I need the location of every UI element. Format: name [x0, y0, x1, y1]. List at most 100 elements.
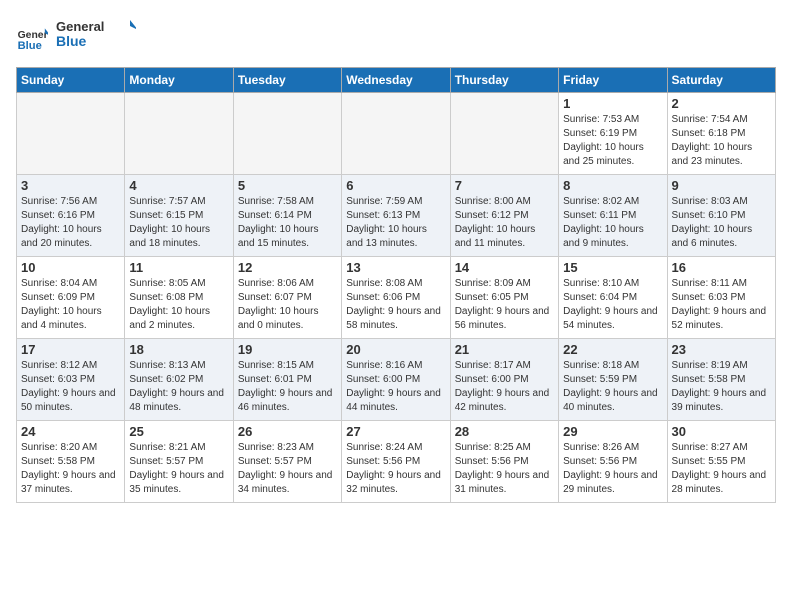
day-info: Sunrise: 8:17 AM Sunset: 6:00 PM Dayligh…	[455, 359, 554, 415]
day-info: Sunrise: 8:00 AM Sunset: 6:12 PM Dayligh…	[455, 195, 554, 251]
calendar-day	[125, 93, 233, 175]
weekday-header-saturday: Saturday	[667, 68, 775, 93]
calendar-week-3: 10 Sunrise: 8:04 AM Sunset: 6:09 PM Dayli…	[17, 257, 776, 339]
day-info: Sunrise: 8:20 AM Sunset: 5:58 PM Dayligh…	[21, 441, 120, 497]
day-info: Sunrise: 8:02 AM Sunset: 6:11 PM Dayligh…	[563, 195, 662, 251]
day-info: Sunrise: 8:19 AM Sunset: 5:58 PM Dayligh…	[672, 359, 771, 415]
calendar-day: 8Sunrise: 8:02 AM Sunset: 6:11 PM Daylig…	[559, 175, 667, 257]
calendar-day: 16Sunrise: 8:11 AM Sunset: 6:03 PM Dayli…	[667, 257, 775, 339]
svg-text:Blue: Blue	[18, 40, 42, 52]
day-number: 6	[346, 178, 445, 193]
day-info: Sunrise: 8:27 AM Sunset: 5:55 PM Dayligh…	[672, 441, 771, 497]
calendar-day: 1 Sunrise: 7:53 AM Sunset: 6:19 PM Daylig…	[559, 93, 667, 175]
calendar-day: 9 Sunrise: 8:03 AM Sunset: 6:10 PM Daylig…	[667, 175, 775, 257]
day-info: Sunrise: 8:18 AM Sunset: 5:59 PM Dayligh…	[563, 359, 662, 415]
calendar-day: 28 Sunrise: 8:25 AM Sunset: 5:56 PM Dayli…	[450, 421, 558, 503]
svg-text:Blue: Blue	[56, 33, 87, 49]
calendar-day: 5Sunrise: 7:58 AM Sunset: 6:14 PM Daylig…	[233, 175, 341, 257]
day-number: 17	[21, 342, 120, 357]
calendar-day: 3 Sunrise: 7:56 AM Sunset: 6:16 PM Daylig…	[17, 175, 125, 257]
page-header: General Blue General Blue	[16, 16, 776, 59]
svg-text:General: General	[18, 30, 48, 41]
day-info: Sunrise: 8:26 AM Sunset: 5:56 PM Dayligh…	[563, 441, 662, 497]
calendar-day: 25 Sunrise: 8:21 AM Sunset: 5:57 PM Dayli…	[125, 421, 233, 503]
day-info: Sunrise: 8:05 AM Sunset: 6:08 PM Dayligh…	[129, 277, 228, 333]
calendar-day: 20 Sunrise: 8:16 AM Sunset: 6:00 PM Dayli…	[342, 339, 450, 421]
day-number: 28	[455, 424, 554, 439]
day-number: 14	[455, 260, 554, 275]
day-number: 11	[129, 260, 228, 275]
day-info: Sunrise: 8:25 AM Sunset: 5:56 PM Dayligh…	[455, 441, 554, 497]
day-info: Sunrise: 8:15 AM Sunset: 6:01 PM Dayligh…	[238, 359, 337, 415]
calendar-header-row: SundayMondayTuesdayWednesdayThursdayFrid…	[17, 68, 776, 93]
day-info: Sunrise: 7:57 AM Sunset: 6:15 PM Dayligh…	[129, 195, 228, 251]
day-number: 27	[346, 424, 445, 439]
day-number: 9	[672, 178, 771, 193]
day-info: Sunrise: 8:09 AM Sunset: 6:05 PM Dayligh…	[455, 277, 554, 333]
day-number: 10	[21, 260, 120, 275]
calendar-day: 14 Sunrise: 8:09 AM Sunset: 6:05 PM Dayli…	[450, 257, 558, 339]
logo: General Blue General Blue	[16, 16, 136, 59]
calendar-week-5: 24 Sunrise: 8:20 AM Sunset: 5:58 PM Dayli…	[17, 421, 776, 503]
day-number: 18	[129, 342, 228, 357]
day-info: Sunrise: 7:59 AM Sunset: 6:13 PM Dayligh…	[346, 195, 445, 251]
calendar-day: 30 Sunrise: 8:27 AM Sunset: 5:55 PM Dayli…	[667, 421, 775, 503]
calendar-day: 22 Sunrise: 8:18 AM Sunset: 5:59 PM Dayli…	[559, 339, 667, 421]
day-number: 19	[238, 342, 337, 357]
calendar-table: SundayMondayTuesdayWednesdayThursdayFrid…	[16, 67, 776, 503]
day-number: 3	[21, 178, 120, 193]
calendar-day: 11 Sunrise: 8:05 AM Sunset: 6:08 PM Dayli…	[125, 257, 233, 339]
calendar-day: 29 Sunrise: 8:26 AM Sunset: 5:56 PM Dayli…	[559, 421, 667, 503]
day-info: Sunrise: 8:12 AM Sunset: 6:03 PM Dayligh…	[21, 359, 120, 415]
day-number: 30	[672, 424, 771, 439]
calendar-day: 24 Sunrise: 8:20 AM Sunset: 5:58 PM Dayli…	[17, 421, 125, 503]
calendar-day: 27 Sunrise: 8:24 AM Sunset: 5:56 PM Dayli…	[342, 421, 450, 503]
day-info: Sunrise: 8:03 AM Sunset: 6:10 PM Dayligh…	[672, 195, 771, 251]
calendar-day: 18 Sunrise: 8:13 AM Sunset: 6:02 PM Dayli…	[125, 339, 233, 421]
calendar-day: 7Sunrise: 8:00 AM Sunset: 6:12 PM Daylig…	[450, 175, 558, 257]
calendar-day: 15Sunrise: 8:10 AM Sunset: 6:04 PM Dayli…	[559, 257, 667, 339]
calendar-day	[342, 93, 450, 175]
day-number: 2	[672, 96, 771, 111]
day-info: Sunrise: 8:23 AM Sunset: 5:57 PM Dayligh…	[238, 441, 337, 497]
day-number: 26	[238, 424, 337, 439]
calendar-day: 12Sunrise: 8:06 AM Sunset: 6:07 PM Dayli…	[233, 257, 341, 339]
calendar-week-1: 1 Sunrise: 7:53 AM Sunset: 6:19 PM Daylig…	[17, 93, 776, 175]
calendar-day: 4Sunrise: 7:57 AM Sunset: 6:15 PM Daylig…	[125, 175, 233, 257]
day-number: 16	[672, 260, 771, 275]
day-number: 24	[21, 424, 120, 439]
calendar-day	[17, 93, 125, 175]
day-info: Sunrise: 8:21 AM Sunset: 5:57 PM Dayligh…	[129, 441, 228, 497]
calendar-day: 6 Sunrise: 7:59 AM Sunset: 6:13 PM Daylig…	[342, 175, 450, 257]
day-info: Sunrise: 7:58 AM Sunset: 6:14 PM Dayligh…	[238, 195, 337, 251]
calendar-day: 13Sunrise: 8:08 AM Sunset: 6:06 PM Dayli…	[342, 257, 450, 339]
logo-svg: General Blue	[56, 16, 136, 54]
day-number: 13	[346, 260, 445, 275]
day-number: 20	[346, 342, 445, 357]
day-number: 21	[455, 342, 554, 357]
day-info: Sunrise: 7:54 AM Sunset: 6:18 PM Dayligh…	[672, 113, 771, 169]
day-info: Sunrise: 7:53 AM Sunset: 6:19 PM Dayligh…	[563, 113, 662, 169]
calendar-day	[233, 93, 341, 175]
day-info: Sunrise: 8:10 AM Sunset: 6:04 PM Dayligh…	[563, 277, 662, 333]
day-number: 25	[129, 424, 228, 439]
logo-icon: General Blue	[16, 22, 48, 54]
calendar-week-2: 3 Sunrise: 7:56 AM Sunset: 6:16 PM Daylig…	[17, 175, 776, 257]
weekday-header-sunday: Sunday	[17, 68, 125, 93]
day-info: Sunrise: 8:16 AM Sunset: 6:00 PM Dayligh…	[346, 359, 445, 415]
calendar-week-4: 17 Sunrise: 8:12 AM Sunset: 6:03 PM Dayli…	[17, 339, 776, 421]
day-info: Sunrise: 7:56 AM Sunset: 6:16 PM Dayligh…	[21, 195, 120, 251]
calendar-day	[450, 93, 558, 175]
day-number: 29	[563, 424, 662, 439]
day-number: 1	[563, 96, 662, 111]
weekday-header-tuesday: Tuesday	[233, 68, 341, 93]
weekday-header-thursday: Thursday	[450, 68, 558, 93]
day-info: Sunrise: 8:13 AM Sunset: 6:02 PM Dayligh…	[129, 359, 228, 415]
calendar-day: 23Sunrise: 8:19 AM Sunset: 5:58 PM Dayli…	[667, 339, 775, 421]
day-info: Sunrise: 8:04 AM Sunset: 6:09 PM Dayligh…	[21, 277, 120, 333]
weekday-header-wednesday: Wednesday	[342, 68, 450, 93]
calendar-day: 21 Sunrise: 8:17 AM Sunset: 6:00 PM Dayli…	[450, 339, 558, 421]
day-info: Sunrise: 8:24 AM Sunset: 5:56 PM Dayligh…	[346, 441, 445, 497]
day-number: 22	[563, 342, 662, 357]
calendar-day: 10 Sunrise: 8:04 AM Sunset: 6:09 PM Dayli…	[17, 257, 125, 339]
